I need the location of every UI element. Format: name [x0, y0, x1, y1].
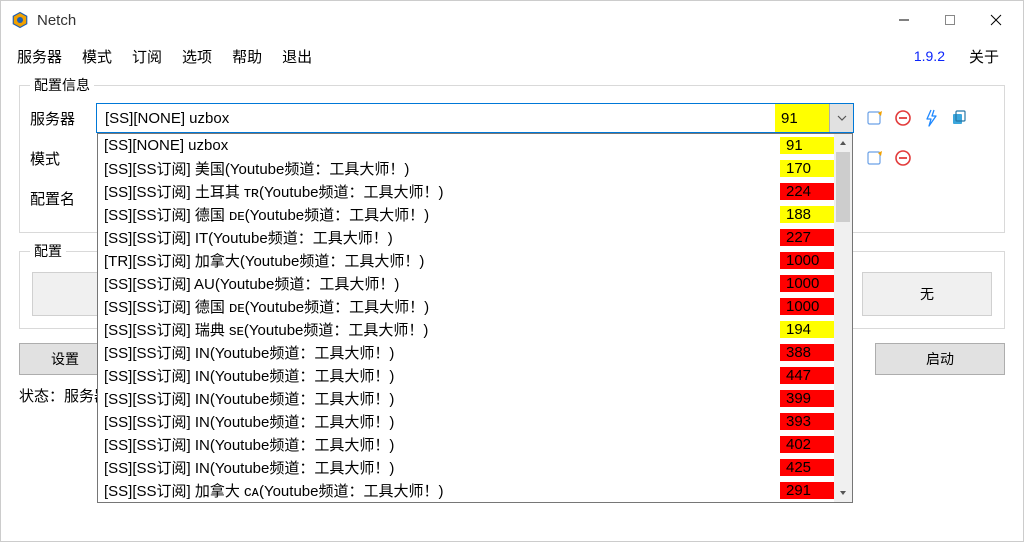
dropdown-item-text: [SS][SS订阅] IN(Youtube频道：工具大师！) [98, 342, 780, 363]
menubar: 服务器 模式 订阅 选项 帮助 退出 1.9.2 关于 [1, 39, 1023, 73]
minimize-button[interactable] [881, 4, 927, 36]
dropdown-item-latency: 91 [780, 137, 834, 154]
menu-server[interactable]: 服务器 [17, 46, 62, 67]
mode-icon-toolbar [864, 147, 994, 169]
dropdown-item[interactable]: [SS][SS订阅] 土耳其 ᴛʀ(Youtube频道：工具大师！)224 [98, 180, 834, 203]
server-label: 服务器 [30, 108, 96, 129]
start-button-label: 启动 [926, 349, 954, 369]
dropdown-item-text: [SS][SS订阅] IN(Youtube频道：工具大师！) [98, 411, 780, 432]
dropdown-item-text: [SS][SS订阅] 土耳其 ᴛʀ(Youtube频道：工具大师！) [98, 181, 780, 202]
dropdown-item-latency: 1000 [780, 252, 834, 269]
dropdown-item-text: [SS][NONE] uzbox [98, 137, 780, 154]
dropdown-item[interactable]: [SS][SS订阅] 德国 ᴅᴇ(Youtube频道：工具大师！)1000 [98, 295, 834, 318]
profile-label: 配置名 [30, 188, 96, 209]
dropdown-item[interactable]: [SS][SS订阅] IN(Youtube频道：工具大师！)399 [98, 387, 834, 410]
dropdown-item[interactable]: [SS][SS订阅] IN(Youtube频道：工具大师！)393 [98, 410, 834, 433]
dropdown-item-text: [SS][SS订阅] IT(Youtube频道：工具大师！) [98, 227, 780, 248]
dropdown-item[interactable]: [SS][SS订阅] IN(Youtube频道：工具大师！)447 [98, 364, 834, 387]
server-selected-text: [SS][NONE] uzbox [97, 104, 775, 132]
none-button[interactable]: 无 [862, 272, 992, 316]
config-legend: 配置 [30, 241, 66, 261]
dropdown-item[interactable]: [SS][SS订阅] IN(Youtube频道：工具大师！)402 [98, 433, 834, 456]
menu-mode[interactable]: 模式 [82, 46, 112, 67]
app-icon [11, 11, 29, 29]
server-dropdown-list: [SS][NONE] uzbox91[SS][SS订阅] 美国(Youtube频… [97, 133, 853, 503]
dropdown-item-text: [SS][SS订阅] 加拿大 ᴄᴀ(Youtube频道：工具大师！) [98, 480, 780, 501]
add-mode-icon[interactable] [864, 147, 886, 169]
dropdown-item-text: [SS][SS订阅] 瑞典 sᴇ(Youtube频道：工具大师！) [98, 319, 780, 340]
dropdown-item-latency: 402 [780, 436, 834, 453]
dropdown-item-text: [SS][SS订阅] IN(Youtube频道：工具大师！) [98, 457, 780, 478]
app-window: Netch 服务器 模式 订阅 选项 帮助 退出 1.9.2 关于 配置信息 服… [0, 0, 1024, 542]
dropdown-item-latency: 1000 [780, 275, 834, 292]
dropdown-item-latency: 393 [780, 413, 834, 430]
dropdown-item-latency: 194 [780, 321, 834, 338]
server-row: 服务器 [SS][NONE] uzbox 91 [SS][NONE] uzbox… [30, 102, 994, 134]
dropdown-item-latency: 447 [780, 367, 834, 384]
dropdown-item-text: [SS][SS订阅] 德国 ᴅᴇ(Youtube频道：工具大师！) [98, 296, 780, 317]
dropdown-item-latency: 291 [780, 482, 834, 499]
dropdown-item-text: [SS][SS订阅] 德国 ᴅᴇ(Youtube频道：工具大师！) [98, 204, 780, 225]
app-title: Netch [37, 12, 76, 29]
dropdown-item-latency: 227 [780, 229, 834, 246]
dropdown-item[interactable]: [SS][SS订阅] IN(Youtube频道：工具大师！)388 [98, 341, 834, 364]
scroll-thumb[interactable] [836, 152, 850, 222]
remove-mode-icon[interactable] [892, 147, 914, 169]
none-button-label: 无 [920, 284, 934, 304]
dropdown-item-text: [SS][SS订阅] 美国(Youtube频道：工具大师！) [98, 158, 780, 179]
menu-about[interactable]: 关于 [969, 46, 999, 67]
dropdown-item-text: [TR][SS订阅] 加拿大(Youtube频道：工具大师！) [98, 250, 780, 271]
version-label: 1.9.2 [914, 48, 945, 64]
dropdown-item-latency: 188 [780, 206, 834, 223]
config-info-group: 配置信息 服务器 [SS][NONE] uzbox 91 [SS][NONE] … [19, 85, 1005, 233]
mode-label: 模式 [30, 148, 96, 169]
combobox-arrow-button[interactable] [829, 104, 853, 132]
settings-button-label: 设置 [51, 349, 79, 369]
dropdown-item-text: [SS][SS订阅] IN(Youtube频道：工具大师！) [98, 365, 780, 386]
server-combobox[interactable]: [SS][NONE] uzbox 91 [SS][NONE] uzbox91[S… [96, 103, 854, 133]
add-server-icon[interactable] [864, 107, 886, 129]
dropdown-item[interactable]: [SS][SS订阅] 德国 ᴅᴇ(Youtube频道：工具大师！)188 [98, 203, 834, 226]
dropdown-item[interactable]: [SS][SS订阅] 瑞典 sᴇ(Youtube频道：工具大师！)194 [98, 318, 834, 341]
dropdown-item-latency: 399 [780, 390, 834, 407]
dropdown-item[interactable]: [SS][SS订阅] AU(Youtube频道：工具大师！)1000 [98, 272, 834, 295]
speedtest-icon[interactable] [920, 107, 942, 129]
dropdown-item-latency: 425 [780, 459, 834, 476]
menu-exit[interactable]: 退出 [282, 46, 312, 67]
menu-help[interactable]: 帮助 [232, 46, 262, 67]
dropdown-scrollbar[interactable] [834, 134, 852, 502]
titlebar: Netch [1, 1, 1023, 39]
dropdown-item-latency: 1000 [780, 298, 834, 315]
config-info-legend: 配置信息 [30, 75, 94, 95]
dropdown-item[interactable]: [SS][SS订阅] IN(Youtube频道：工具大师！)425 [98, 456, 834, 479]
remove-server-icon[interactable] [892, 107, 914, 129]
server-selected-latency: 91 [775, 104, 829, 132]
dropdown-item[interactable]: [SS][SS订阅] 美国(Youtube频道：工具大师！)170 [98, 157, 834, 180]
scroll-up-button[interactable] [834, 134, 852, 152]
dropdown-item-text: [SS][SS订阅] IN(Youtube频道：工具大师！) [98, 434, 780, 455]
menu-subscribe[interactable]: 订阅 [132, 46, 162, 67]
scroll-track[interactable] [834, 152, 852, 484]
copy-icon[interactable] [948, 107, 970, 129]
dropdown-item-latency: 170 [780, 160, 834, 177]
server-icon-toolbar [864, 107, 994, 129]
close-button[interactable] [973, 4, 1019, 36]
dropdown-item-latency: 388 [780, 344, 834, 361]
menu-options[interactable]: 选项 [182, 46, 212, 67]
dropdown-item-text: [SS][SS订阅] AU(Youtube频道：工具大师！) [98, 273, 780, 294]
dropdown-item-latency: 224 [780, 183, 834, 200]
scroll-down-button[interactable] [834, 484, 852, 502]
maximize-button[interactable] [927, 4, 973, 36]
start-button[interactable]: 启动 [875, 343, 1005, 375]
dropdown-item[interactable]: [SS][NONE] uzbox91 [98, 134, 834, 157]
dropdown-item-text: [SS][SS订阅] IN(Youtube频道：工具大师！) [98, 388, 780, 409]
dropdown-item[interactable]: [SS][SS订阅] 加拿大 ᴄᴀ(Youtube频道：工具大师！)291 [98, 479, 834, 502]
dropdown-item[interactable]: [SS][SS订阅] IT(Youtube频道：工具大师！)227 [98, 226, 834, 249]
dropdown-item[interactable]: [TR][SS订阅] 加拿大(Youtube频道：工具大师！)1000 [98, 249, 834, 272]
